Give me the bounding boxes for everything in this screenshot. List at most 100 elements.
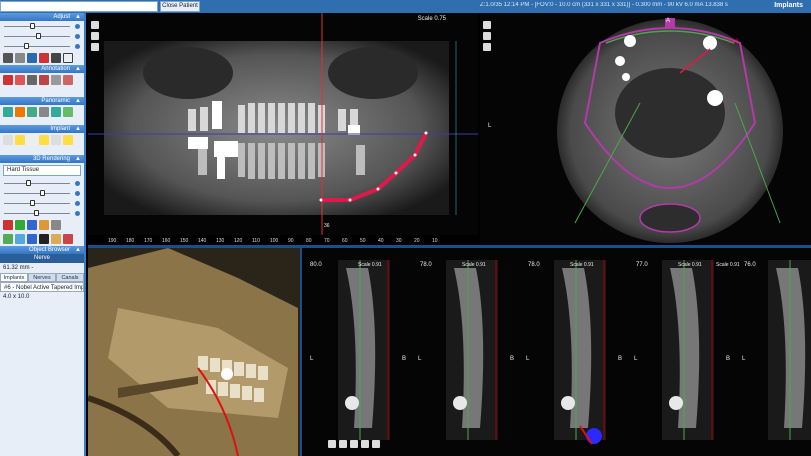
tab-nerves[interactable]: Nerves bbox=[28, 273, 56, 282]
ruler-label: 140 bbox=[198, 238, 207, 244]
patient-name-field[interactable] bbox=[0, 1, 158, 12]
auto-tool-icon[interactable] bbox=[63, 107, 73, 117]
sharpness-slider[interactable] bbox=[0, 41, 84, 51]
cross-letter-l: L bbox=[634, 356, 638, 362]
ruler-label: 10 bbox=[432, 238, 438, 244]
slider-reset-icon[interactable] bbox=[75, 34, 80, 39]
layout-icon[interactable] bbox=[27, 53, 37, 63]
close-patient-button[interactable]: Close Patient bbox=[160, 1, 200, 12]
ruler-label: 100 bbox=[270, 238, 279, 244]
implant-move-icon[interactable] bbox=[27, 135, 37, 145]
annotation-header[interactable]: Annotation ▲ bbox=[0, 65, 84, 73]
invert-icon[interactable] bbox=[3, 53, 13, 63]
camera-icon[interactable] bbox=[63, 234, 73, 244]
slider-reset-icon[interactable] bbox=[75, 211, 80, 216]
smooth-tool-icon[interactable] bbox=[51, 107, 61, 117]
cross-sections-view[interactable]: 80.0 Scale 0.91 78.0 Scale 0.91 78.0 Sca… bbox=[302, 248, 811, 456]
implant-delete-icon[interactable] bbox=[63, 135, 73, 145]
slider-reset-icon[interactable] bbox=[75, 181, 80, 186]
3d-rendering-view[interactable] bbox=[88, 248, 300, 456]
slider-reset-icon[interactable] bbox=[75, 44, 80, 49]
reset-view-icon[interactable] bbox=[51, 220, 61, 230]
collapse-icon[interactable]: ▲ bbox=[75, 125, 81, 133]
panoramic-scale: Scale 0.75 bbox=[417, 16, 446, 22]
ruler-label: 130 bbox=[216, 238, 225, 244]
filter-icon[interactable] bbox=[15, 53, 25, 63]
cross-letter-l: L bbox=[742, 356, 746, 362]
implant-library-icon[interactable] bbox=[15, 135, 25, 145]
cross-letter-b: B bbox=[402, 356, 407, 362]
cross-scale-3: Scale 0.91 bbox=[570, 262, 594, 268]
3d-skull-render bbox=[88, 248, 300, 456]
top-bar: Close Patient Z:1.0/35 12:14 PM - [FOV:0… bbox=[0, 0, 811, 13]
opacity-slider[interactable] bbox=[0, 178, 84, 188]
clip-red-icon[interactable] bbox=[3, 220, 13, 230]
cross-letter-b: B bbox=[726, 356, 731, 362]
object-browser-sub[interactable]: Nerve bbox=[0, 254, 84, 263]
rendering-preset-select[interactable]: Hard Tissue bbox=[3, 165, 81, 176]
view-top-icon[interactable] bbox=[27, 234, 37, 244]
tab-implants[interactable]: Implants bbox=[0, 273, 28, 282]
implant-rotate-icon[interactable] bbox=[39, 135, 49, 145]
view-front-icon[interactable] bbox=[3, 234, 13, 244]
ruler-label: 160 bbox=[162, 238, 171, 244]
tab-canals[interactable]: Canals bbox=[56, 273, 84, 282]
edit-tool-icon[interactable] bbox=[39, 107, 49, 117]
nerve-length[interactable]: 61.32 mm - bbox=[0, 263, 84, 273]
app-title: Implants bbox=[774, 2, 803, 9]
text-tool-icon[interactable] bbox=[15, 75, 25, 85]
slider-reset-icon[interactable] bbox=[75, 191, 80, 196]
implant-header[interactable]: Implant ▲ bbox=[0, 125, 84, 133]
scan-info-text: Z:1.0/35 12:14 PM - [FOV:0 - 10.0 cm (33… bbox=[480, 2, 728, 8]
rendering-header[interactable]: 3D Rendering ▲ bbox=[0, 155, 84, 163]
collapse-icon[interactable]: ▲ bbox=[75, 13, 81, 21]
cross-letter-l: L bbox=[310, 356, 314, 362]
panoramic-label: Panoramic bbox=[41, 98, 70, 104]
curve-tool-icon[interactable] bbox=[3, 107, 13, 117]
measure-tool-icon[interactable] bbox=[27, 75, 37, 85]
color-map-icon[interactable] bbox=[39, 53, 49, 63]
view-bottom-icon[interactable] bbox=[39, 234, 49, 244]
area-tool-icon[interactable] bbox=[51, 75, 61, 85]
clip-green-icon[interactable] bbox=[15, 220, 25, 230]
clip-blue-icon[interactable] bbox=[27, 220, 37, 230]
delete-annotation-icon[interactable] bbox=[63, 75, 73, 85]
view-side-icon[interactable] bbox=[15, 234, 25, 244]
panoramic-view[interactable]: Scale 0.75 36 190 180 170 160 150 140 13… bbox=[88, 13, 478, 245]
window-slider[interactable] bbox=[0, 198, 84, 208]
adjust-header[interactable]: Adjust ▲ bbox=[0, 13, 84, 21]
threshold-slider[interactable] bbox=[0, 188, 84, 198]
arch-tool-icon[interactable] bbox=[27, 107, 37, 117]
cross-letter-l: L bbox=[526, 356, 530, 362]
implant-size: 4.0 x 10.0 bbox=[3, 294, 30, 300]
nerve-tool-icon[interactable] bbox=[15, 107, 25, 117]
object-browser-label: Object Browser bbox=[28, 247, 70, 253]
implant-list-item[interactable]: #6 - Nobel Active Tapered Imp bbox=[0, 282, 84, 292]
implant-abutment-icon[interactable] bbox=[51, 135, 61, 145]
panoramic-header[interactable]: Panoramic ▲ bbox=[0, 97, 84, 105]
contrast-slider[interactable] bbox=[0, 31, 84, 41]
brightness-slider[interactable] bbox=[0, 21, 84, 31]
slider-reset-icon[interactable] bbox=[75, 24, 80, 29]
implant-add-icon[interactable] bbox=[3, 135, 13, 145]
cross-scale-2: Scale 0.91 bbox=[462, 262, 486, 268]
angle-tool-icon[interactable] bbox=[39, 75, 49, 85]
collapse-icon[interactable]: ▲ bbox=[75, 155, 81, 163]
collapse-icon[interactable]: ▲ bbox=[75, 65, 81, 73]
collapse-icon[interactable]: ▲ bbox=[75, 246, 81, 254]
collapse-icon[interactable]: ▲ bbox=[75, 97, 81, 105]
slider-reset-icon[interactable] bbox=[75, 201, 80, 206]
object-browser-header[interactable]: Object Browser ▲ bbox=[0, 246, 84, 254]
rendering-toolbar bbox=[0, 218, 84, 232]
grid-icon[interactable] bbox=[51, 53, 61, 63]
level-slider[interactable] bbox=[0, 208, 84, 218]
skull-icon[interactable] bbox=[51, 234, 61, 244]
cross-letter-b: B bbox=[618, 356, 623, 362]
zoom-icon[interactable] bbox=[63, 53, 73, 63]
axial-view[interactable]: 74.8 A L bbox=[480, 13, 811, 245]
skin-icon[interactable] bbox=[39, 220, 49, 230]
cross-value-3: 78.0 bbox=[528, 262, 540, 268]
arrow-tool-icon[interactable] bbox=[3, 75, 13, 85]
panoramic-ruler: 190 180 170 160 150 140 130 120 110 100 … bbox=[88, 235, 478, 245]
ruler-label: 20 bbox=[414, 238, 420, 244]
